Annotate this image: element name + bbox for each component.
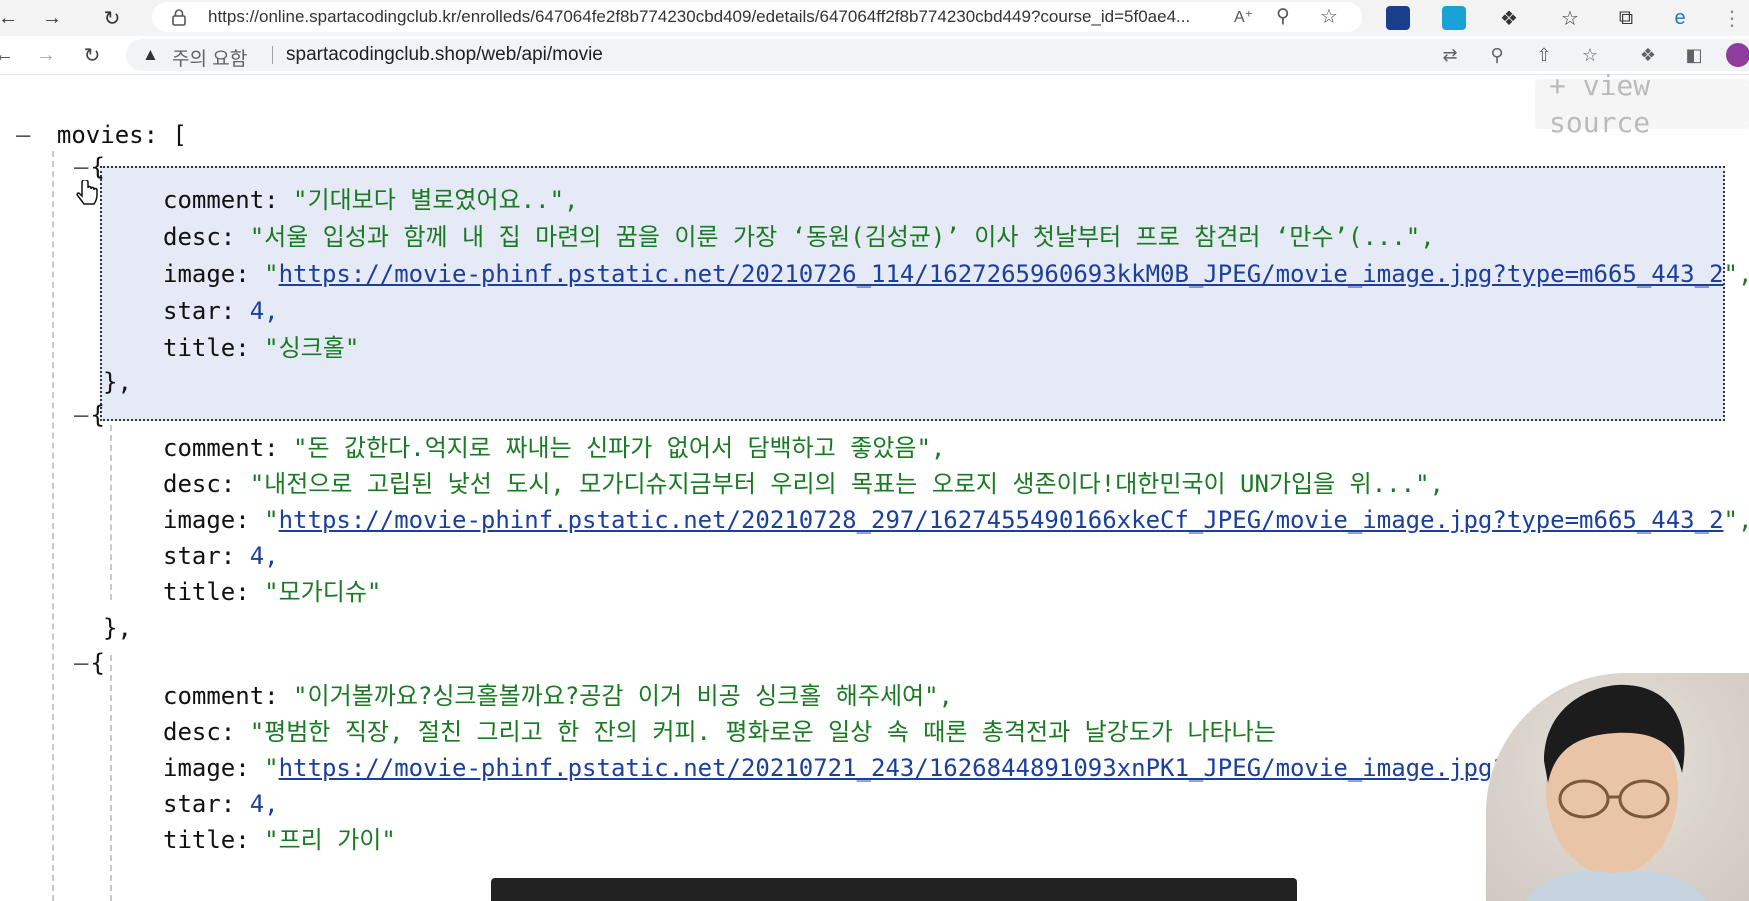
warning-icon[interactable]: ▲ [142, 45, 159, 65]
presenter-image [1526, 684, 1706, 901]
json-row: title: "프리 가이" [163, 826, 396, 854]
collapse-toggle[interactable]: – [74, 649, 88, 677]
outer-address-bar[interactable]: https://online.spartacodingclub.kr/enrol… [152, 2, 1362, 32]
json-row: desc: "평범한 직장, 절친 그리고 한 잔의 커피. 평화로운 일상 속… [163, 718, 1276, 746]
json-row: desc: "내전으로 고립된 낯선 도시, 모가디슈지금부터 우리의 목표는 … [163, 470, 1444, 498]
inner-url-text: spartacodingclub.shop/web/api/movie [286, 44, 603, 65]
json-row: image: "https://movie-phinf.pstatic.net/… [163, 260, 1749, 288]
json-row: star: 4, [163, 542, 279, 570]
edge-icon[interactable]: e [1666, 4, 1694, 32]
image-link[interactable]: https://movie-phinf.pstatic.net/20210721… [279, 754, 1507, 782]
indent-guide [110, 655, 112, 901]
puzzle-icon[interactable]: ❖ [1495, 4, 1523, 32]
json-row: desc: "서울 입성과 함께 내 집 마련의 꿈을 이룬 가장 ‘동원(김성… [163, 223, 1435, 251]
json-row: comment: "이거볼까요?싱크홀볼까요?공감 이거 비공 싱크홀 해주세여… [163, 682, 954, 710]
forward-icon[interactable]: → [38, 4, 66, 32]
lock-icon[interactable] [170, 8, 188, 26]
outer-browser-toolbar: ← → ↻ https://online.spartacodingclub.kr… [0, 0, 1749, 36]
webcam-overlay [1486, 673, 1749, 901]
translate-icon[interactable]: ⇄ [1438, 43, 1462, 67]
view-source-button[interactable]: + view source [1535, 69, 1749, 139]
refresh-icon[interactable]: ↻ [98, 4, 126, 32]
object-close-line: }, [103, 614, 132, 642]
forward-icon[interactable]: → [32, 41, 60, 69]
collapse-toggle[interactable]: – [74, 401, 88, 429]
json-row: comment: "기대보다 별로였어요..", [163, 186, 579, 214]
indent-guide [52, 151, 54, 901]
collapse-toggle[interactable]: – [16, 121, 30, 149]
favorite-icon[interactable]: ☆ [1320, 4, 1338, 29]
sidepanel-icon[interactable]: ◧ [1682, 43, 1706, 67]
read-aloud-icon[interactable]: A⁺ [1234, 7, 1253, 27]
favorites-icon[interactable]: ☆ [1556, 4, 1584, 32]
collections-icon[interactable]: ⧉ [1612, 4, 1640, 32]
json-row: title: "모가디슈" [163, 578, 382, 606]
extension-icon[interactable] [1386, 6, 1410, 30]
back-icon[interactable]: ← [0, 4, 22, 32]
inner-browser-toolbar: ← → ↻ ▲ 주의 요함 spartacodingclub.shop/web/… [0, 36, 1749, 75]
root-key: movies [56, 121, 144, 149]
avatar[interactable] [1726, 43, 1749, 67]
json-row: title: "싱크홀" [163, 334, 360, 362]
json-row: image: "https://movie-phinf.pstatic.net/… [163, 506, 1749, 534]
json-row: comment: "돈 값한다.억지로 짜내는 신파가 없어서 담백하고 좋았음… [163, 434, 946, 462]
extension-icon[interactable] [1442, 6, 1466, 30]
object-close-line: }, [103, 368, 132, 396]
object-open-line: –{ [74, 649, 105, 677]
image-link[interactable]: https://movie-phinf.pstatic.net/20210728… [279, 506, 1724, 534]
security-warning-text: 주의 요함 [172, 49, 248, 70]
divider [272, 46, 273, 64]
zoom-icon[interactable]: ⚲ [1485, 43, 1509, 67]
object-open-line: –{ [74, 401, 105, 429]
image-link[interactable]: https://movie-phinf.pstatic.net/20210726… [279, 260, 1724, 288]
more-icon[interactable]: ⋮ [1718, 4, 1746, 32]
indent-guide [110, 425, 112, 600]
json-row: image: "https://movie-phinf.pstatic.net/… [163, 754, 1507, 782]
json-row: star: 4, [163, 790, 279, 818]
json-row: star: 4, [163, 297, 279, 325]
collapse-toggle[interactable]: – [74, 153, 88, 181]
json-viewer: + view source – movies: [ –{ comment: "기… [0, 69, 1749, 901]
back-icon[interactable]: ← [0, 41, 18, 69]
hand-cursor-icon [76, 180, 98, 205]
zoom-icon[interactable]: ⚲ [1276, 5, 1290, 28]
extensions-icon[interactable]: ❖ [1636, 43, 1660, 67]
bookmark-icon[interactable]: ☆ [1578, 43, 1602, 67]
refresh-icon[interactable]: ↻ [78, 41, 106, 69]
video-caption-bar [491, 878, 1297, 901]
share-icon[interactable]: ⇧ [1532, 43, 1556, 67]
outer-url-text: https://online.spartacodingclub.kr/enrol… [208, 7, 1191, 26]
